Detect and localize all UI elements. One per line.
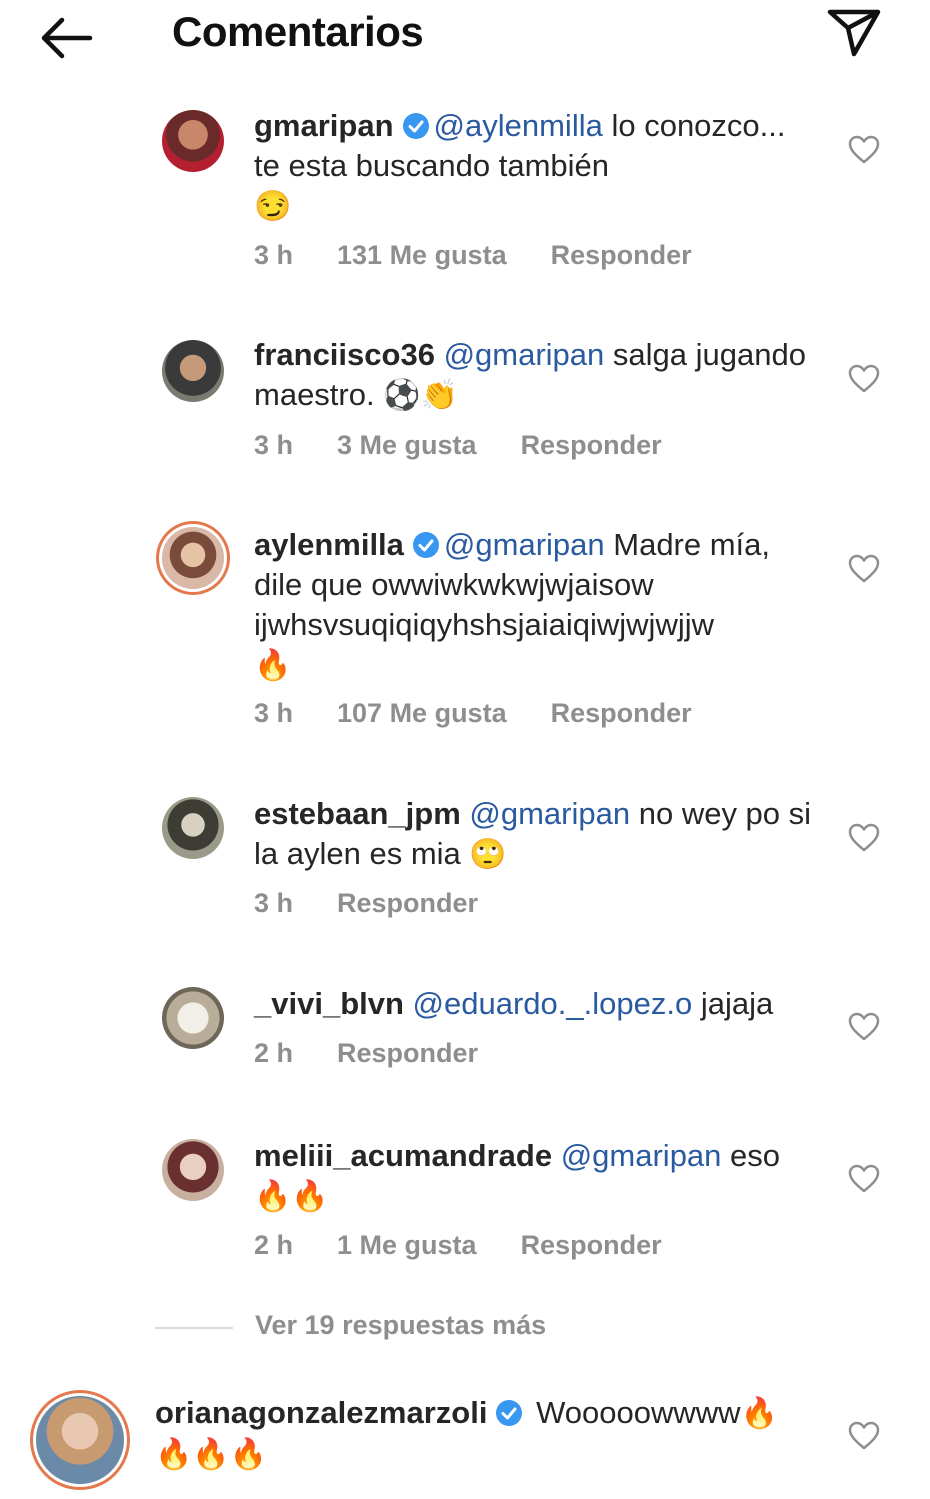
emoji: 🔥🔥🔥 <box>155 1438 268 1471</box>
username[interactable]: aylenmilla <box>254 527 404 562</box>
avatar[interactable] <box>162 110 224 172</box>
timestamp: 2 h <box>254 1230 294 1260</box>
reply-button[interactable]: Responder <box>337 888 478 918</box>
username[interactable]: meliii_acumandrade <box>254 1138 552 1173</box>
username[interactable]: orianagonzalezmarzoli <box>155 1395 487 1430</box>
username[interactable]: franciisco36 <box>254 337 435 372</box>
paper-plane-icon[interactable] <box>824 6 884 58</box>
heart-icon[interactable] <box>848 1164 880 1194</box>
emoji: 🔥🔥 <box>254 1180 329 1213</box>
avatar[interactable] <box>162 1139 224 1201</box>
mention-link[interactable]: @eduardo._.lopez.o <box>413 986 693 1021</box>
username[interactable]: _vivi_blvn <box>254 986 404 1021</box>
reply-button[interactable]: Responder <box>337 1038 478 1068</box>
heart-icon[interactable] <box>848 1421 880 1451</box>
timestamp: 3 h <box>254 430 294 460</box>
avatar[interactable] <box>162 987 224 1049</box>
mention-link[interactable]: @gmaripan <box>444 337 605 372</box>
comment-text: eso <box>721 1138 781 1173</box>
reply-button[interactable]: Responder <box>551 240 692 270</box>
avatar[interactable] <box>162 340 224 402</box>
verified-badge-icon <box>496 1400 523 1426</box>
heart-icon[interactable] <box>848 1012 880 1042</box>
view-more-label[interactable]: Ver 19 respuestas más <box>255 1310 546 1341</box>
emoji: ⚽👏 <box>383 379 458 412</box>
mention-link[interactable]: @gmaripan <box>469 796 630 831</box>
likes-count[interactable]: 107 Me gusta <box>337 698 507 728</box>
comment-text: jajaja <box>692 986 774 1021</box>
page-title: Comentarios <box>172 8 424 55</box>
heart-icon[interactable] <box>848 554 880 584</box>
heart-icon[interactable] <box>848 823 880 853</box>
reply-button[interactable]: Responder <box>521 430 662 460</box>
mention-link[interactable]: @gmaripan <box>444 527 605 562</box>
reply-button[interactable]: Responder <box>551 698 692 728</box>
timestamp: 2 h <box>254 1038 294 1068</box>
verified-badge-icon <box>412 532 439 558</box>
timestamp: 3 h <box>254 698 294 728</box>
divider <box>155 1327 233 1329</box>
username[interactable]: estebaan_jpm <box>254 796 461 831</box>
timestamp: 3 h <box>254 240 294 270</box>
reply-button[interactable]: Responder <box>521 1230 662 1260</box>
arrow-left-icon[interactable] <box>36 14 96 62</box>
likes-count[interactable]: 131 Me gusta <box>337 240 507 270</box>
heart-icon[interactable] <box>848 364 880 394</box>
emoji: 🔥 <box>254 649 292 682</box>
mention-link[interactable]: @aylenmilla <box>434 108 603 143</box>
verified-badge-icon <box>402 113 429 139</box>
emoji: 🔥 <box>740 1397 778 1430</box>
avatar[interactable] <box>162 527 224 589</box>
likes-count[interactable]: 3 Me gusta <box>337 430 477 460</box>
timestamp: 3 h <box>254 888 294 918</box>
username[interactable]: gmaripan <box>254 108 394 143</box>
top-bar: Comentarios <box>0 0 930 80</box>
emoji: 🙄 <box>469 838 507 871</box>
avatar[interactable] <box>162 797 224 859</box>
comment-text: Wooooowwww <box>536 1395 741 1430</box>
emoji: 😏 <box>254 190 292 223</box>
avatar[interactable] <box>36 1396 124 1484</box>
mention-link[interactable]: @gmaripan <box>561 1138 722 1173</box>
heart-icon[interactable] <box>848 135 880 165</box>
likes-count[interactable]: 1 Me gusta <box>337 1230 477 1260</box>
